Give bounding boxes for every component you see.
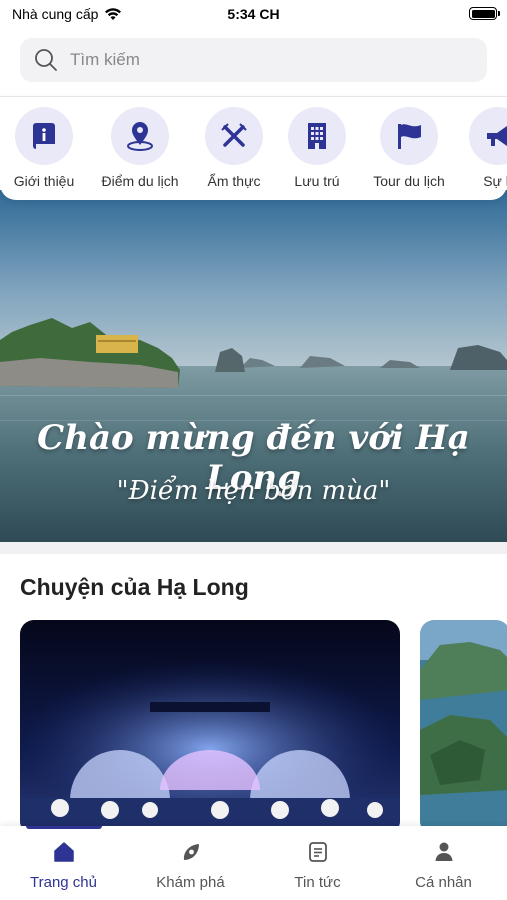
category-diem-du-lich[interactable]: Điểm du lịch bbox=[90, 107, 190, 189]
bottom-nav: Trang chủ Khám phá Tin tức Cá nhân bbox=[0, 826, 507, 900]
story-image bbox=[420, 620, 507, 835]
tab-label: Cá nhân bbox=[415, 874, 472, 891]
fork-knife-icon bbox=[221, 123, 247, 147]
section-divider bbox=[0, 542, 507, 554]
news-icon bbox=[308, 842, 327, 862]
category-label: Điểm du lịch bbox=[101, 173, 179, 189]
search-icon bbox=[35, 49, 57, 71]
tab-news[interactable]: Tin tức bbox=[254, 840, 381, 891]
tab-label: Tin tức bbox=[294, 874, 341, 891]
tab-profile[interactable]: Cá nhân bbox=[380, 840, 507, 891]
category-label: Giới thiệu bbox=[13, 173, 75, 189]
flag-icon bbox=[398, 124, 421, 149]
section-title: Chuyện của Hạ Long bbox=[20, 574, 249, 600]
person-icon bbox=[435, 842, 452, 861]
tab-home[interactable]: Trang chủ bbox=[0, 840, 127, 891]
category-label: Ẩm thực bbox=[207, 173, 261, 189]
category-su-kien[interactable]: Sự k bbox=[448, 107, 507, 189]
status-bar: Nhà cung cấp 5:34 CH bbox=[0, 0, 507, 30]
hero-banner[interactable]: Chào mừng đến với Hạ Long "Điểm hẹn bốn … bbox=[0, 190, 507, 542]
megaphone-icon bbox=[487, 126, 507, 146]
category-label: Lưu trú bbox=[294, 173, 340, 189]
category-label: Tour du lịch bbox=[373, 173, 445, 189]
story-card[interactable] bbox=[20, 620, 400, 835]
category-bar: Giới thiệu Điểm du lịch Ẩm thực Lưu trú … bbox=[0, 96, 507, 200]
active-tab-indicator bbox=[26, 826, 102, 829]
explore-icon bbox=[183, 844, 199, 860]
story-image bbox=[20, 620, 400, 835]
tab-label: Trang chủ bbox=[30, 874, 97, 891]
search-input[interactable] bbox=[70, 50, 430, 70]
hero-subtitle: "Điểm hẹn bốn mùa" bbox=[116, 476, 391, 506]
app-screen: Nhà cung cấp 5:34 CH Tìm kiếm Chào mừng … bbox=[0, 0, 507, 900]
battery-icon bbox=[469, 7, 500, 20]
tab-explore[interactable]: Khám phá bbox=[127, 840, 254, 891]
location-pin-icon bbox=[127, 122, 153, 151]
search-bar[interactable] bbox=[20, 38, 487, 82]
info-book-icon bbox=[33, 123, 55, 149]
status-time: 5:34 CH bbox=[227, 6, 280, 22]
category-label: Sự k bbox=[483, 173, 507, 189]
building-icon bbox=[308, 123, 326, 149]
home-icon bbox=[53, 842, 74, 862]
search-area bbox=[0, 30, 507, 94]
category-luu-tru[interactable]: Lưu trú bbox=[267, 107, 367, 189]
category-tour-du-lich[interactable]: Tour du lịch bbox=[359, 107, 459, 189]
story-card[interactable] bbox=[420, 620, 507, 835]
category-gioi-thieu[interactable]: Giới thiệu bbox=[0, 107, 94, 189]
tab-label: Khám phá bbox=[156, 874, 225, 891]
